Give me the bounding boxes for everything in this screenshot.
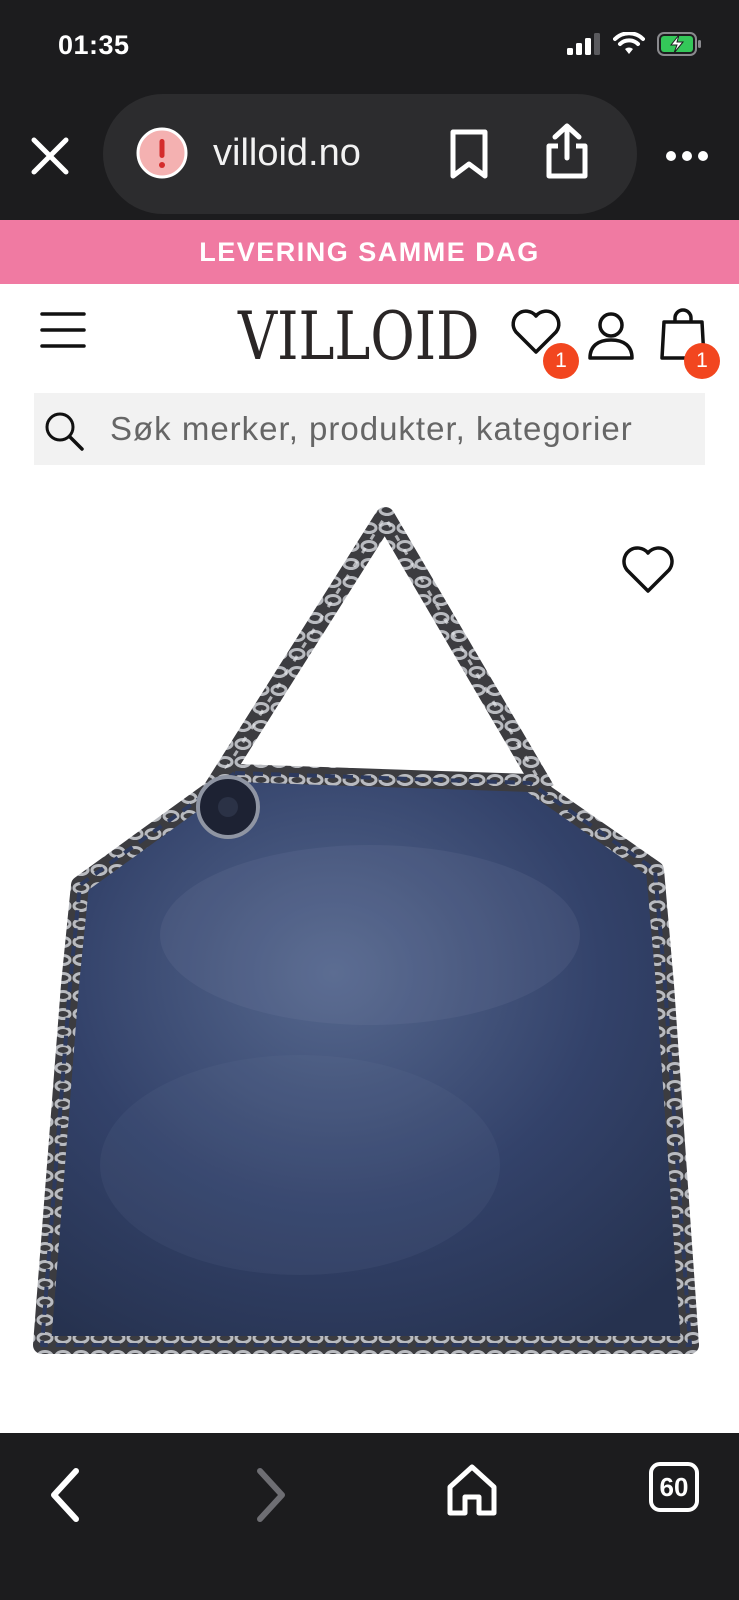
site-header: VILLOID 1 1 <box>0 284 739 384</box>
user-icon[interactable] <box>586 310 636 362</box>
share-icon[interactable] <box>543 122 591 180</box>
search-input[interactable] <box>110 393 705 465</box>
battery-icon <box>657 32 701 56</box>
wishlist-button[interactable]: 1 <box>510 308 579 379</box>
browser-bottom-toolbar: 60 <box>0 1433 739 1600</box>
menu-icon[interactable] <box>40 310 86 350</box>
product-image[interactable] <box>0 465 739 1433</box>
promo-banner[interactable]: LEVERING SAMME DAG <box>0 220 739 284</box>
status-icons <box>567 32 703 56</box>
signal-icon <box>567 33 600 55</box>
cart-count-badge: 1 <box>684 343 720 379</box>
search-bar[interactable] <box>34 393 705 465</box>
warning-icon[interactable] <box>135 126 189 180</box>
product-gallery[interactable] <box>0 465 739 1433</box>
forward-icon[interactable] <box>248 1465 292 1525</box>
address-bar[interactable]: villoid.no <box>103 94 637 214</box>
bookmark-icon[interactable] <box>447 128 491 180</box>
search-icon[interactable] <box>42 409 86 453</box>
wishlist-count-badge: 1 <box>543 343 579 379</box>
browser-toolbar: villoid.no <box>0 92 739 220</box>
status-bar: 01:35 <box>0 0 739 92</box>
close-icon[interactable] <box>26 132 74 180</box>
tab-count: 60 <box>659 1471 689 1502</box>
status-time: 01:35 <box>58 30 130 60</box>
url-text: villoid.no <box>213 132 361 174</box>
more-icon[interactable] <box>665 142 709 170</box>
heart-icon[interactable] <box>620 545 676 595</box>
home-icon[interactable] <box>446 1463 498 1519</box>
cart-button[interactable]: 1 <box>660 306 720 379</box>
wifi-icon <box>613 32 645 54</box>
back-icon[interactable] <box>44 1465 88 1525</box>
site-logo[interactable]: VILLOID <box>238 304 479 370</box>
tabs-button[interactable]: 60 <box>648 1461 700 1513</box>
